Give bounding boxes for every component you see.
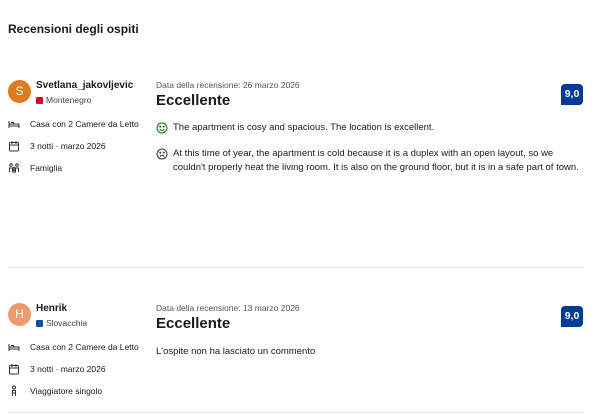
- review-date: Data della recensione: 26 marzo 2026: [156, 80, 300, 90]
- flag-icon: [36, 319, 43, 327]
- review-date: Data della recensione: 13 marzo 2026: [156, 303, 300, 313]
- traveler-label: Viaggiatore singolo: [30, 386, 103, 396]
- stay-info: 3 notti · marzo 2026: [8, 363, 106, 375]
- stay-label: 3 notti · marzo 2026: [30, 364, 106, 374]
- reviewer-name: Henrik: [36, 303, 68, 314]
- stay-label: 3 notti · marzo 2026: [30, 141, 106, 151]
- country-label: Slovacchia: [46, 318, 88, 328]
- score-badge: 9,0: [561, 306, 583, 327]
- stay-info: 3 notti · marzo 2026: [8, 140, 106, 152]
- traveler-type: Viaggiatore singolo: [8, 385, 102, 397]
- score-badge: 9,0: [561, 84, 583, 105]
- avatar: S: [8, 80, 31, 103]
- room-type-label: Casa con 2 Camere da Letto: [30, 119, 139, 129]
- family-icon: [9, 163, 19, 173]
- smile-icon: [156, 122, 168, 134]
- review-title: Eccellente: [156, 92, 231, 109]
- bed-icon: [8, 344, 20, 351]
- section-heading: Recensioni degli ospiti: [8, 22, 139, 36]
- room-type: Casa con 2 Camere da Letto: [8, 341, 139, 353]
- traveler-label: Famiglia: [30, 163, 63, 173]
- review-divider: [8, 412, 583, 413]
- room-type: Casa con 2 Camere da Letto: [8, 118, 139, 130]
- no-comment-text: L'ospite non ha lasciato un commento: [156, 346, 316, 357]
- traveler-type: Famiglia: [8, 162, 62, 174]
- positive-comment: The apartment is cosy and spacious. The …: [156, 121, 576, 135]
- reviewer-country: Montenegro: [36, 95, 91, 105]
- reviewer-country: Slovacchia: [36, 318, 87, 328]
- frown-icon: [156, 148, 168, 160]
- calendar-icon: [9, 364, 19, 375]
- negative-comment: At this time of year, the apartment is c…: [156, 147, 586, 175]
- negative-text: At this time of year, the apartment is c…: [173, 148, 579, 173]
- bed-icon: [8, 121, 20, 128]
- review-title: Eccellente: [156, 315, 231, 332]
- flag-icon: [36, 96, 43, 104]
- review-divider: [8, 267, 583, 268]
- person-icon: [12, 385, 16, 396]
- country-label: Montenegro: [46, 95, 92, 105]
- reviewer-name: Svetlana_jakovljevic: [36, 80, 134, 91]
- room-type-label: Casa con 2 Camere da Letto: [30, 342, 139, 352]
- avatar: H: [8, 303, 31, 326]
- calendar-icon: [9, 141, 19, 152]
- positive-text: The apartment is cosy and spacious. The …: [173, 122, 435, 133]
